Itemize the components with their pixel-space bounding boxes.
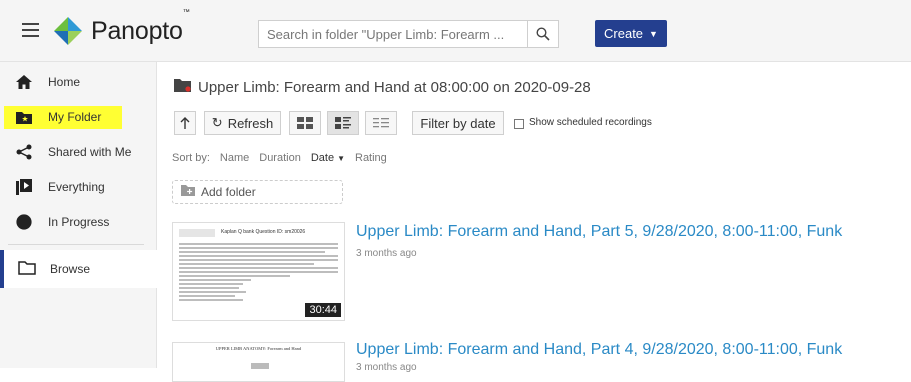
sort-bar: Sort by: Name Duration Date ▼ Rating — [172, 152, 387, 164]
view-thumbnails-button[interactable] — [289, 111, 321, 135]
create-button-label: Create — [604, 26, 644, 41]
folder-title-text: Upper Limb: Forearm and Hand at 08:00:00… — [198, 79, 591, 96]
sidebar-item-shared-with-me[interactable]: Shared with Me — [0, 137, 157, 167]
view-list-button[interactable] — [365, 111, 397, 135]
sort-desc-icon: ▼ — [337, 153, 345, 163]
sidebar-item-home[interactable]: Home — [0, 67, 157, 97]
half-circle-icon — [16, 214, 32, 230]
search-icon — [536, 27, 550, 41]
up-button[interactable] — [174, 111, 196, 135]
duration-badge: 30:44 — [305, 303, 341, 317]
add-folder-icon — [181, 185, 195, 196]
browse-label: Browse — [50, 262, 91, 276]
add-folder-label: Add folder — [201, 185, 256, 199]
sort-option-name[interactable]: Name — [220, 152, 249, 164]
list-view-icon — [373, 118, 389, 128]
session-thumbnail[interactable]: Kaplan Q bank Question ID: sm20026 30:44 — [172, 222, 345, 321]
detail-view-icon — [335, 117, 351, 129]
grid-view-icon — [297, 117, 313, 129]
session-title-link[interactable]: Upper Limb: Forearm and Hand, Part 5, 9/… — [356, 223, 842, 241]
refresh-button[interactable]: ↻ Refresh — [204, 111, 281, 135]
filter-by-date-button[interactable]: Filter by date — [412, 111, 504, 135]
refresh-icon: ↻ — [211, 115, 223, 130]
home-icon — [16, 75, 32, 89]
sidebar: Home My Folder Shared with Me Everything… — [0, 62, 157, 368]
sort-option-duration[interactable]: Duration — [259, 152, 301, 164]
main-content: Upper Limb: Forearm and Hand at 08:00:00… — [158, 62, 911, 382]
folder-icon — [174, 79, 191, 92]
create-button[interactable]: Create ▼ — [595, 20, 667, 47]
sidebar-item-in-progress[interactable]: In Progress — [0, 207, 157, 237]
sort-option-date[interactable]: Date — [311, 152, 334, 164]
sidebar-item-everything[interactable]: Everything — [0, 172, 157, 202]
arrow-up-icon — [180, 117, 190, 129]
panopto-logo-icon — [54, 17, 82, 45]
caret-down-icon: ▼ — [649, 28, 658, 39]
sort-option-rating[interactable]: Rating — [355, 152, 387, 164]
show-scheduled-label: Show scheduled recordings — [529, 117, 652, 128]
play-box-icon — [16, 179, 32, 195]
sidebar-item-label: Home — [48, 75, 81, 89]
thumb-image-block — [251, 363, 269, 369]
session-age: 3 months ago — [356, 248, 417, 259]
top-bar: Panopto™ Search in folder "Upper Limb: F… — [0, 0, 911, 62]
sidebar-divider — [8, 244, 144, 245]
thumb-heading: UPPER LIMB ANATOMY: Forearm and Hand — [215, 346, 302, 351]
search-button[interactable] — [527, 20, 559, 48]
sidebar-item-browse[interactable]: Browse — [0, 250, 157, 288]
page-title: Upper Limb: Forearm and Hand at 08:00:00… — [174, 79, 591, 96]
search-input[interactable]: Search in folder "Upper Limb: Forearm ..… — [258, 20, 528, 48]
folder-star-icon — [16, 111, 32, 124]
sort-label: Sort by: — [172, 152, 210, 164]
panopto-logo[interactable]: Panopto™ — [52, 8, 190, 48]
session-thumbnail[interactable]: UPPER LIMB ANATOMY: Forearm and Hand — [172, 342, 345, 382]
session-title-link[interactable]: Upper Limb: Forearm and Hand, Part 4, 9/… — [356, 341, 842, 359]
sidebar-item-label: Shared with Me — [48, 145, 132, 159]
thumb-text-lines — [179, 243, 338, 303]
logo-text: Panopto™ — [91, 8, 190, 45]
sidebar-item-label: In Progress — [48, 215, 110, 229]
add-folder-button[interactable]: Add folder — [172, 180, 343, 204]
thumb-heading: Kaplan Q bank Question ID: sm20026 — [221, 229, 306, 235]
hamburger-menu-icon[interactable] — [22, 23, 39, 37]
sidebar-item-label: Everything — [48, 180, 105, 194]
sidebar-item-label: My Folder — [48, 110, 102, 124]
folder-outline-icon — [18, 260, 36, 275]
refresh-label: Refresh — [227, 115, 274, 131]
show-scheduled-checkbox[interactable] — [514, 119, 524, 129]
sidebar-item-my-folder[interactable]: My Folder — [0, 102, 157, 132]
share-icon — [16, 144, 32, 160]
thumb-header-block — [179, 229, 215, 237]
view-details-button[interactable] — [327, 111, 359, 135]
